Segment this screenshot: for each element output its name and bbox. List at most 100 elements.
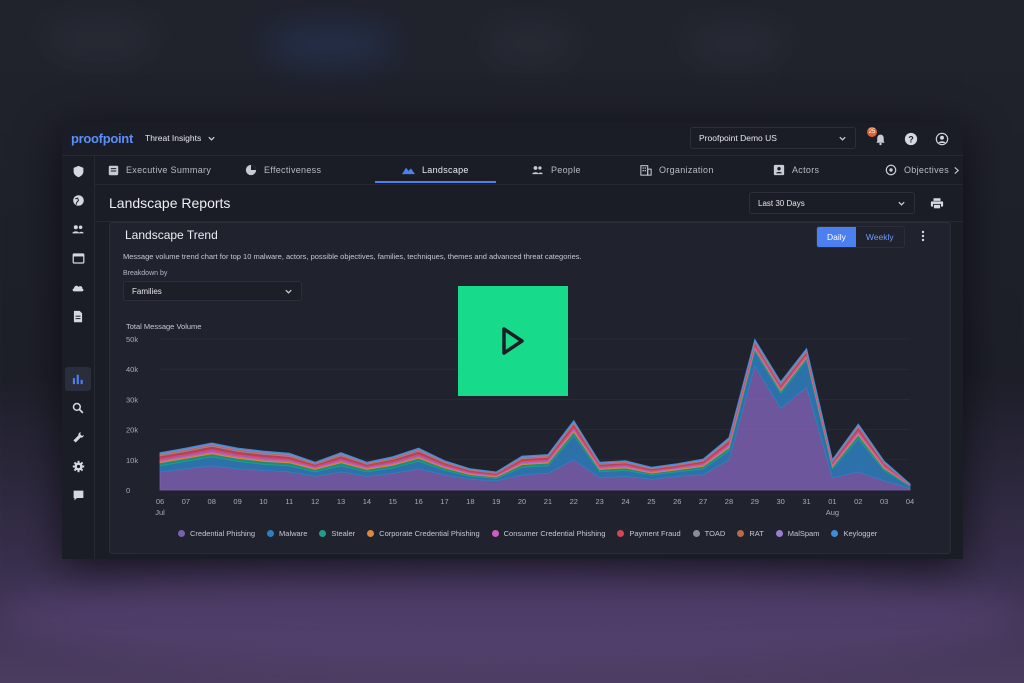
- account-selector-label: Proofpoint Demo US: [699, 133, 777, 143]
- sidebar-item-people[interactable]: [70, 221, 86, 237]
- legend-label: Payment Fraud: [629, 529, 681, 538]
- x-tick-label: 08: [208, 497, 216, 506]
- date-range-select[interactable]: Last 30 Days: [749, 192, 915, 214]
- legend-swatch: [367, 530, 375, 537]
- wrench-icon: [72, 431, 84, 443]
- background-blur: [480, 25, 580, 65]
- tab-label: Actors: [792, 165, 820, 175]
- x-month-label: Aug: [826, 508, 839, 517]
- legend-label: Corporate Credential Phishing: [379, 529, 480, 538]
- brand-logo[interactable]: proofpoint: [71, 131, 133, 146]
- sidebar-item-messages[interactable]: [70, 250, 86, 266]
- print-button[interactable]: [929, 195, 945, 211]
- breakdown-value: Families: [132, 286, 162, 296]
- legend-item[interactable]: Corporate Credential Phishing: [367, 529, 480, 538]
- tab-landscape[interactable]: Landscape: [402, 156, 469, 184]
- notification-badge: 25: [867, 127, 877, 137]
- legend-item[interactable]: Keylogger: [831, 529, 877, 538]
- tab-bar: Executive Summary Effectiveness Landscap…: [95, 156, 963, 185]
- chart-legend: Credential Phishing Malware Stealer Corpora…: [178, 529, 877, 538]
- daily-button[interactable]: Daily: [817, 227, 856, 247]
- x-tick-label: 28: [725, 497, 733, 506]
- sidebar-item-settings[interactable]: [70, 458, 86, 474]
- background-blur: [260, 25, 400, 65]
- tab-effectiveness[interactable]: Effectiveness: [245, 156, 321, 184]
- weekly-button[interactable]: Weekly: [856, 227, 904, 247]
- legend-label: Keylogger: [843, 529, 878, 538]
- y-tick-label: 20k: [126, 426, 138, 435]
- background-blur: [0, 560, 1024, 670]
- card-description: Message volume trend chart for top 10 ma…: [123, 252, 582, 261]
- chevron-down-icon: [208, 136, 215, 141]
- legend-label: RAT: [749, 529, 764, 538]
- x-tick-label: 07: [182, 497, 190, 506]
- x-tick-label: 06: [156, 497, 164, 506]
- x-tick-label: 30: [777, 497, 785, 506]
- tab-actors[interactable]: Actors: [773, 156, 819, 184]
- legend-item[interactable]: Payment Fraud: [617, 529, 681, 538]
- legend-swatch: [267, 530, 275, 537]
- printer-icon: [930, 197, 944, 209]
- x-tick-label: 01: [828, 497, 836, 506]
- tab-label: Effectiveness: [264, 165, 322, 175]
- sidebar-item-security[interactable]: [70, 163, 86, 179]
- legend-item[interactable]: Stealer: [319, 529, 355, 538]
- legend-label: MalSpam: [787, 529, 820, 538]
- legend-swatch: [737, 530, 745, 537]
- legend-item[interactable]: Malware: [267, 529, 307, 538]
- sidebar-item-documents[interactable]: [70, 308, 86, 324]
- legend-swatch: [617, 530, 625, 537]
- page-title: Landscape Reports: [109, 195, 231, 211]
- help-button[interactable]: ?: [903, 131, 919, 147]
- x-tick-label: 29: [751, 497, 759, 506]
- legend-item[interactable]: RAT: [737, 529, 764, 538]
- sidebar-item-threats[interactable]: [70, 192, 86, 208]
- sidebar-item-investigate[interactable]: [70, 400, 86, 416]
- x-tick-label: 25: [647, 497, 655, 506]
- legend-item[interactable]: Consumer Credential Phishing: [491, 529, 606, 538]
- account-selector[interactable]: Proofpoint Demo US: [690, 127, 856, 149]
- legend-item[interactable]: TOAD: [692, 529, 725, 538]
- x-tick-label: 11: [285, 497, 293, 506]
- y-tick-label: 50k: [126, 335, 138, 344]
- play-icon: [502, 327, 524, 355]
- video-play-button[interactable]: [458, 286, 568, 396]
- legend-item[interactable]: Credential Phishing: [178, 529, 255, 538]
- granularity-toggle: Daily Weekly: [816, 226, 905, 248]
- tab-people[interactable]: People: [531, 156, 581, 184]
- tab-organization[interactable]: Organization: [640, 156, 714, 184]
- sidebar-item-reports[interactable]: [70, 371, 86, 387]
- legend-label: Malware: [279, 529, 308, 538]
- badge-icon: [773, 164, 785, 176]
- tab-objectives[interactable]: Objectives: [885, 156, 949, 184]
- x-tick-label: 14: [363, 497, 371, 506]
- legend-label: Consumer Credential Phishing: [503, 529, 606, 538]
- profile-button[interactable]: [934, 131, 950, 147]
- background-blur: [40, 20, 160, 60]
- x-tick-label: 17: [440, 497, 448, 506]
- y-tick-label: 10k: [126, 456, 138, 465]
- tab-executive-summary[interactable]: Executive Summary: [108, 156, 211, 184]
- x-tick-label: 04: [906, 497, 914, 506]
- x-tick-label: 16: [414, 497, 422, 506]
- tab-label: Landscape: [422, 165, 469, 175]
- card-menu-button[interactable]: [915, 228, 931, 244]
- y-axis-title: Total Message Volume: [126, 322, 201, 331]
- x-tick-label: 10: [259, 497, 267, 506]
- product-selector[interactable]: Threat Insights: [145, 133, 216, 143]
- people-icon: [72, 225, 84, 234]
- sidebar-item-cloud[interactable]: [70, 279, 86, 295]
- tab-label: Objectives: [904, 165, 950, 175]
- more-vertical-icon: [921, 230, 925, 242]
- legend-item[interactable]: MalSpam: [775, 529, 820, 538]
- sidebar-item-feedback[interactable]: [70, 487, 86, 503]
- legend-label: Stealer: [331, 529, 356, 538]
- x-tick-label: 03: [880, 497, 888, 506]
- breakdown-select[interactable]: Families: [123, 281, 302, 301]
- target-icon: [885, 164, 897, 176]
- chevron-right-icon: [954, 166, 960, 174]
- tabs-scroll-right[interactable]: [953, 156, 960, 184]
- sidebar-item-tools[interactable]: [70, 429, 86, 445]
- tab-label: Organization: [659, 165, 714, 175]
- card-title: Landscape Trend: [125, 228, 218, 242]
